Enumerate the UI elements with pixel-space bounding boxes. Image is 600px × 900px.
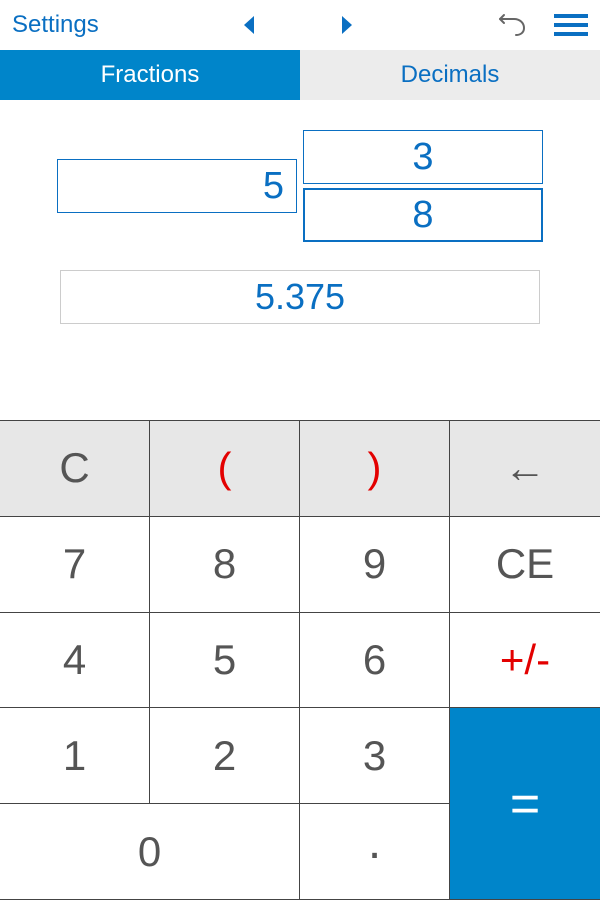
result-display: 5.375 [60, 270, 540, 324]
digit-5-button[interactable]: 5 [150, 613, 300, 709]
digit-3-button[interactable]: 3 [300, 708, 450, 804]
fraction-stack: 3 8 [303, 130, 543, 242]
clear-button[interactable]: C [0, 421, 150, 517]
left-paren-button[interactable]: ( [150, 421, 300, 517]
nav-arrows-group [99, 14, 498, 36]
display-area: 5 3 8 5.375 [0, 100, 600, 334]
denominator-input[interactable]: 8 [303, 188, 543, 242]
numerator-input[interactable]: 3 [303, 130, 543, 184]
whole-number-input[interactable]: 5 [57, 159, 297, 213]
equals-button[interactable]: = [450, 708, 600, 900]
fraction-input-row: 5 3 8 [40, 130, 560, 242]
digit-2-button[interactable]: 2 [150, 708, 300, 804]
nav-prev-icon[interactable] [242, 14, 258, 36]
tab-fractions[interactable]: Fractions [0, 50, 300, 100]
mode-tabs: Fractions Decimals [0, 50, 600, 100]
app-header: Settings [0, 0, 600, 50]
settings-link[interactable]: Settings [12, 11, 99, 39]
digit-8-button[interactable]: 8 [150, 517, 300, 613]
nav-next-icon[interactable] [338, 14, 354, 36]
decimal-point-button[interactable]: . [300, 804, 450, 900]
sign-toggle-button[interactable]: +/- [450, 613, 600, 709]
backspace-button[interactable]: ← [450, 421, 600, 517]
digit-4-button[interactable]: 4 [0, 613, 150, 709]
menu-icon[interactable] [554, 14, 588, 36]
digit-7-button[interactable]: 7 [0, 517, 150, 613]
keypad: C ( ) ← 7 8 9 CE 4 5 6 +/- 1 2 3 = 0 . [0, 420, 600, 900]
digit-1-button[interactable]: 1 [0, 708, 150, 804]
header-right-group [498, 13, 588, 37]
digit-9-button[interactable]: 9 [300, 517, 450, 613]
right-paren-button[interactable]: ) [300, 421, 450, 517]
tab-decimals[interactable]: Decimals [300, 50, 600, 100]
clear-entry-button[interactable]: CE [450, 517, 600, 613]
undo-icon[interactable] [498, 13, 526, 37]
digit-0-button[interactable]: 0 [0, 804, 300, 900]
digit-6-button[interactable]: 6 [300, 613, 450, 709]
